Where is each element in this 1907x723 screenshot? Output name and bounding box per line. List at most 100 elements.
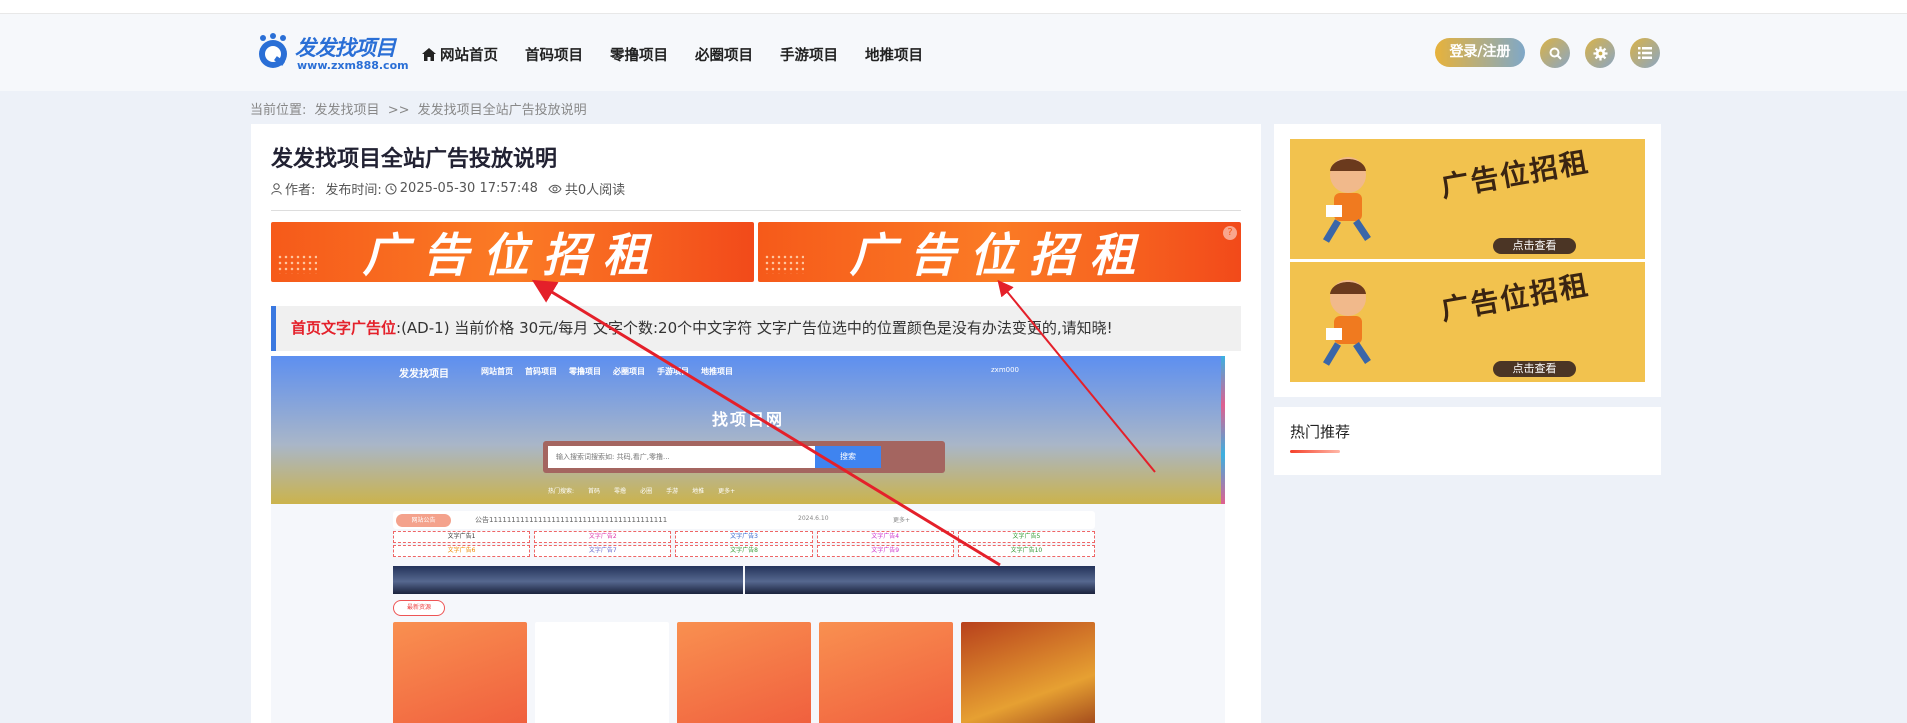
nav-item-ditui[interactable]: 地推项目 (865, 44, 923, 65)
ad-info-icon[interactable]: ? (1223, 226, 1237, 240)
nav-item-label: 手游项目 (780, 48, 838, 64)
nav-item-home[interactable]: 网站首页 (422, 44, 498, 65)
nav-item-label: 地推项目 (865, 48, 923, 64)
screenshot-hot-item: 零撸 (614, 488, 627, 495)
screenshot-nav-item: 手游项目 (657, 367, 689, 376)
logo-url: www.zxm888.com (297, 59, 409, 72)
sidebar-ad-button[interactable]: 点击查看 (1493, 238, 1576, 254)
search-icon (1549, 47, 1562, 60)
breadcrumb-prefix: 当前位置: (250, 103, 307, 118)
gear-icon (1592, 45, 1608, 61)
screenshot-text-ad: 文字广告7 (534, 545, 672, 557)
hot-recommend-title: 热门推荐 (1290, 423, 1351, 441)
nav-item-shouma[interactable]: 首码项目 (525, 44, 583, 65)
menu-button[interactable] (1630, 38, 1660, 68)
screenshot-notice-bar: 网站公告 公告111111111111111111111111111111111… (393, 511, 1095, 529)
nav-item-label: 网站首页 (440, 48, 498, 64)
screenshot-nav-item: 零撸项目 (569, 367, 601, 376)
clock-icon (385, 183, 397, 194)
screenshot-text-ad: 文字广告2 (534, 531, 672, 543)
nav-item-shouyou[interactable]: 手游项目 (780, 44, 838, 65)
ad-banner-text: 广告位招租 (849, 228, 1150, 282)
list-icon (1638, 47, 1652, 59)
screenshot-card (819, 622, 953, 723)
screenshot-hot-item: 更多+ (718, 488, 736, 495)
article-panel: 发发找项目全站广告投放说明 作者: 发布时间: 2025-05-30 17:57… (251, 124, 1261, 723)
author-label: 作者: (285, 183, 316, 198)
ad-banner-1[interactable]: 广告位招租 (271, 222, 754, 282)
breadcrumb-home-link[interactable]: 发发找项目 (315, 103, 380, 118)
screenshot-image-ad (393, 566, 743, 594)
nav-item-label: 首码项目 (525, 48, 583, 64)
screenshot-hot-label: 热门搜索: (548, 488, 575, 495)
eye-icon (548, 184, 562, 193)
author-meta: 作者: (271, 179, 315, 198)
screenshot-hero-title: 找项目网 (711, 410, 784, 429)
sidebar-ad-2[interactable]: 广告位招租 点击查看 (1290, 262, 1645, 382)
screenshot-text-ad: 文字广告6 (393, 545, 531, 557)
screenshot-hot-item: 手游 (666, 488, 679, 495)
screenshot-nav-item: 网站首页 (481, 367, 513, 376)
search-button[interactable] (1540, 38, 1570, 68)
sidebar-ad-title: 广告位招租 (1438, 145, 1593, 204)
article-meta: 作者: 发布时间: 2025-05-30 17:57:48 共0人阅读 (271, 179, 625, 198)
screenshot-notice-pill: 网站公告 (396, 514, 451, 527)
settings-button[interactable] (1585, 38, 1615, 68)
screenshot-hot-item: 地推 (692, 488, 705, 495)
screenshot-notice-text: 公告11111111111111111111111111111111111111… (475, 516, 668, 524)
breadcrumb-separator: >> (387, 103, 410, 118)
page-title: 发发找项目全站广告投放说明 (271, 147, 558, 172)
main-nav: 网站首页 首码项目 零撸项目 必圈项目 手游项目 地推项目 (422, 44, 923, 65)
screenshot-search: 输入搜索词搜索如: 共码,看广,零撸... 搜索 (543, 441, 945, 473)
logo-text: 发发找项目 (295, 36, 396, 60)
site-logo[interactable]: 发发找项目 www.zxm888.com (255, 30, 409, 80)
breadcrumb-current: 发发找项目全站广告投放说明 (417, 103, 587, 118)
nav-item-label: 零撸项目 (610, 48, 668, 64)
screenshot-image-ad (745, 566, 1095, 594)
sidebar-ad-title: 广告位招租 (1438, 268, 1593, 327)
banner-dots-decoration (277, 254, 317, 274)
nav-item-label: 必圈项目 (695, 48, 753, 64)
screenshot-notice-more: 更多+ (893, 517, 911, 524)
breadcrumb: 当前位置: 发发找项目 >> 发发找项目全站广告投放说明 (250, 99, 591, 118)
ad-banner-2[interactable]: 广告位招租 ? (758, 222, 1241, 282)
screenshot-search-button: 搜索 (815, 446, 881, 468)
screenshot-cards (393, 622, 1095, 723)
text-ad-notice: 首页文字广告位:(AD-1) 当前价格 30元/每月 文字个数:20个中文字符 … (271, 306, 1241, 351)
screenshot-text-ad: 文字广告10 (957, 545, 1095, 557)
screenshot-card (677, 622, 811, 723)
sidebar-ad-button[interactable]: 点击查看 (1493, 361, 1576, 377)
screenshot-card (961, 622, 1095, 723)
screenshot-text-ad: 文字广告4 (816, 531, 954, 543)
notice-text: :(AD-1) 当前价格 30元/每月 文字个数:20个中文字符 文字广告位选中… (396, 319, 1113, 337)
running-boy-illustration (1322, 280, 1371, 366)
screenshot-text-ad: 文字广告3 (675, 531, 813, 543)
home-icon (422, 48, 436, 61)
screenshot-card (535, 622, 669, 723)
publish-date: 2025-05-30 17:57:48 (399, 181, 538, 196)
nav-item-linglu[interactable]: 零撸项目 (610, 44, 668, 65)
screenshot-hot-item: 必圈 (640, 488, 653, 495)
screenshot-latest-label: 最新资源 (393, 600, 445, 616)
read-count-meta: 共0人阅读 (548, 179, 625, 198)
screenshot-image-ads (393, 566, 1095, 594)
screenshot-hot-search: 热门搜索: 首码 零撸 必圈 手游 地推 更多+ (548, 486, 735, 495)
logo-q-icon (259, 33, 287, 68)
browser-top-strip (0, 0, 1907, 14)
divider (271, 210, 1241, 211)
screenshot-text-ad: 文字广告9 (816, 545, 954, 557)
screenshot-notice-date: 2024.6.10 (798, 515, 829, 522)
nav-item-biquan[interactable]: 必圈项目 (695, 44, 753, 65)
screenshot-user: zxm000 (991, 366, 1019, 374)
ad-banner-text: 广告位招租 (362, 228, 663, 282)
notice-label: 首页文字广告位 (291, 319, 397, 337)
screenshot-nav-item: 首码项目 (525, 367, 557, 376)
sidebar-ad-1[interactable]: 广告位招租 点击查看 (1290, 139, 1645, 259)
banner-dots-decoration (764, 254, 804, 274)
screenshot-scrollbar (1221, 356, 1225, 504)
date-label: 发布时间: (325, 183, 382, 198)
login-register-button[interactable]: 登录/注册 (1435, 38, 1525, 67)
read-count: 共0人阅读 (564, 183, 626, 198)
screenshot-text-ad: 文字广告5 (957, 531, 1095, 543)
sidebar-ad-panel: 广告位招租 点击查看 广告位招租 点击查看 (1274, 124, 1661, 397)
